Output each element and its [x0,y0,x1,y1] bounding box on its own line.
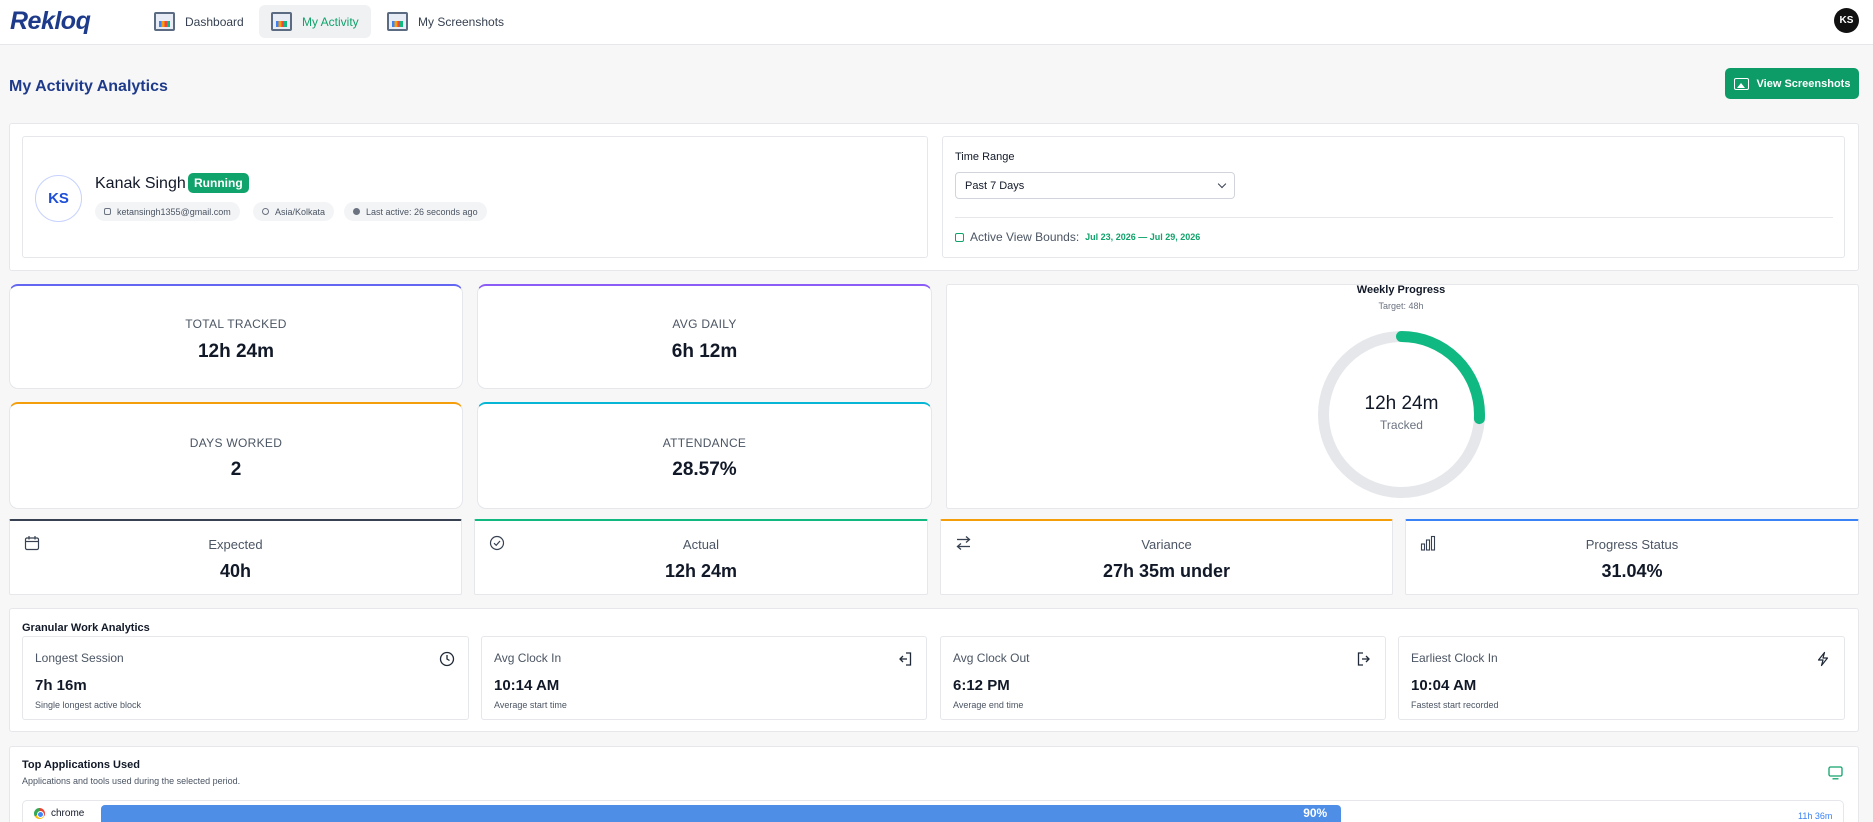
stat-card-attendance: ATTENDANCE 28.57% [477,402,932,509]
stat-label: TOTAL TRACKED [185,317,287,331]
granular-value: 10:14 AM [494,677,560,694]
summary-card-expected: Expected 40h [9,519,462,595]
time-range-value: Past 7 Days [965,179,1025,192]
app-usage-bar [101,805,1342,822]
stat-value: 6h 12m [671,341,738,362]
stat-card-days-worked: DAYS WORKED 2 [9,402,463,509]
logout-icon [1357,652,1370,666]
globe-icon [262,208,269,215]
weekly-progress-target: Target: 48h [1378,301,1424,311]
stat-label: DAYS WORKED [189,436,283,450]
summary-value: 12h 24m [664,561,738,581]
granular-value: 6:12 PM [953,677,1010,694]
email-text: ketansingh1355@gmail.com [117,206,231,217]
bounds-value: Jul 23, 2026 — Jul 29, 2026 [1085,232,1201,242]
page-title: My Activity Analytics [9,78,168,95]
brand-logo[interactable]: Rekloq [10,7,91,35]
stat-value: 2 [230,459,242,480]
granular-value: 7h 16m [35,677,87,694]
weekly-progress-title: Weekly Progress [1356,284,1446,296]
screenshots-icon [387,12,408,31]
app-usage-time: 11h 36m [1798,811,1833,821]
dashboard-icon [154,12,175,31]
view-screenshots-label: View Screenshots [1756,77,1851,90]
summary-card-progress-status: Progress Status 31.04% [1405,519,1859,595]
granular-card-avg-clock-in: Avg Clock In 10:14 AM Average start time [481,636,927,720]
nav-tab-label: My Activity [302,14,359,29]
weekly-progress-sub: Tracked [1380,418,1423,432]
chrome-icon [34,808,45,819]
summary-card-variance: Variance 27h 35m under [940,519,1393,595]
top-apps-subtitle: Applications and tools used during the s… [22,776,241,786]
top-apps-title: Top Applications Used [22,759,140,771]
granular-sub: Fastest start recorded [1411,700,1499,710]
granular-card-longest-session: Longest Session 7h 16m Single longest ac… [22,636,469,720]
email-chip: ketansingh1355@gmail.com [95,202,240,221]
granular-sub: Single longest active block [35,700,142,710]
granular-sub: Average start time [494,700,567,710]
granular-card-earliest-clock-in: Earliest Clock In 10:04 AM Fastest start… [1398,636,1845,720]
granular-sub: Average end time [953,700,1024,710]
stat-card-total-tracked: TOTAL TRACKED 12h 24m [9,284,463,389]
app-usage-percent: 90% [1303,806,1328,820]
timezone-text: Asia/Kolkata [275,206,326,217]
divider [955,217,1833,218]
chevron-down-icon [1217,179,1227,189]
summary-label: Actual [682,537,720,552]
image-icon [1733,77,1749,90]
active-view-bounds: Active View Bounds: Jul 23, 2026 — Jul 2… [955,230,1200,244]
stat-label: ATTENDANCE [662,436,747,450]
monitor-icon [1828,766,1843,780]
nav-tab-my-screenshots[interactable]: My Screenshots [375,5,516,38]
granular-label: Avg Clock Out [953,651,1030,665]
last-active-text: Last active: 26 seconds ago [366,206,478,217]
clock-icon [353,208,360,215]
nav-tab-label: Dashboard [185,14,244,29]
activity-icon [271,12,292,31]
status-badge: Running [188,173,249,193]
bounds-label: Active View Bounds: [970,230,1080,244]
view-screenshots-button[interactable]: View Screenshots [1725,68,1859,99]
granular-value: 10:04 AM [1411,677,1477,694]
login-icon [899,652,912,666]
granular-label: Avg Clock In [494,651,562,665]
granular-title: Granular Work Analytics [22,622,150,634]
time-range-select[interactable]: Past 7 Days [955,172,1235,199]
stat-card-avg-daily: AVG DAILY 6h 12m [477,284,932,389]
nav-tab-my-activity[interactable]: My Activity [259,5,371,38]
nav-tab-dashboard[interactable]: Dashboard [142,5,256,38]
calendar-icon [955,232,964,242]
granular-label: Earliest Clock In [1411,651,1498,665]
granular-label: Longest Session [35,651,124,665]
mail-icon [104,208,111,215]
stat-label: AVG DAILY [672,317,737,331]
summary-label: Variance [1141,537,1192,552]
summary-value: 27h 35m under [1102,561,1231,581]
app-name-label: chrome [51,808,85,819]
profile-card [22,136,928,258]
summary-value: 31.04% [1601,561,1663,581]
weekly-progress-value: 12h 24m [1364,393,1439,414]
stat-value: 12h 24m [197,341,275,362]
stat-value: 28.57% [672,459,737,480]
granular-card-avg-clock-out: Avg Clock Out 6:12 PM Average end time [940,636,1386,720]
summary-label: Expected [208,537,263,552]
time-range-label: Time Range [955,151,1015,163]
summary-card-actual: Actual 12h 24m [474,519,928,595]
nav-tab-label: My Screenshots [418,14,505,29]
last-active-chip: Last active: 26 seconds ago [344,202,487,221]
profile-name: Kanak Singh [95,175,186,192]
clock-icon [439,651,455,667]
summary-value: 40h [219,561,252,581]
lightning-icon [1817,651,1829,667]
summary-label: Progress Status [1585,537,1679,552]
top-navbar: Rekloq Dashboard My Activity My Screensh… [0,0,1873,45]
app-name: chrome [34,808,84,819]
timezone-chip: Asia/Kolkata [253,202,335,221]
profile-avatar: KS [35,175,82,222]
user-avatar[interactable]: KS [1834,8,1859,33]
